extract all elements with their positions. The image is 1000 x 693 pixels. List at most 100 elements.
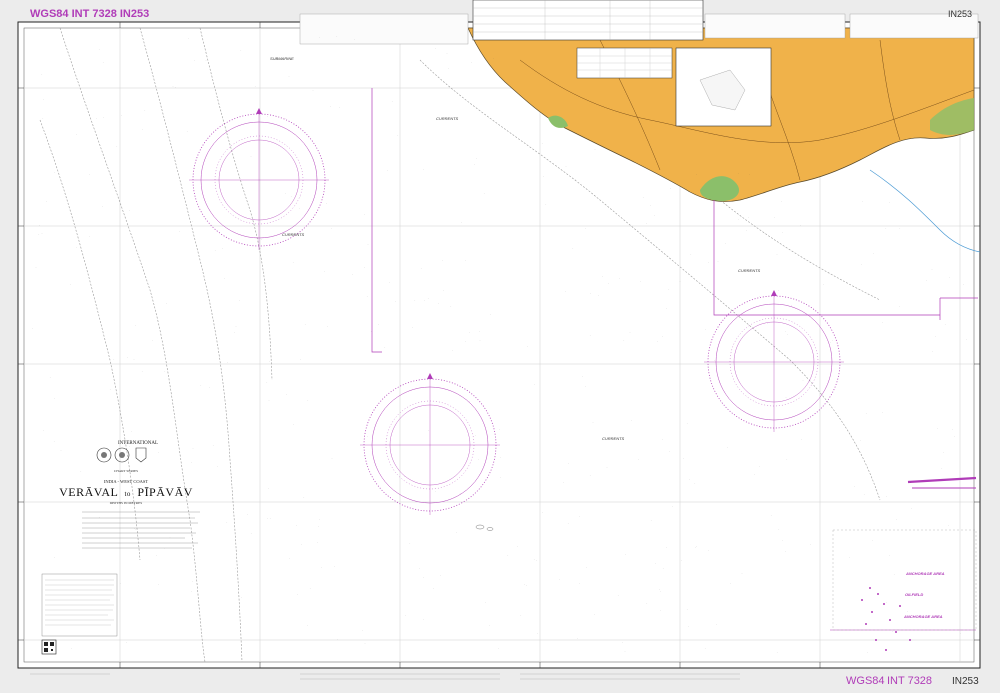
sounding-mark: ·: [386, 437, 387, 441]
chart-title-part1: VERĀVAL: [59, 485, 118, 499]
sounding-mark: ·: [267, 114, 268, 118]
sounding-mark: ·: [654, 213, 655, 217]
sounding-mark: ·: [730, 581, 731, 585]
sounding-mark: ·: [643, 195, 644, 199]
sounding-mark: ·: [526, 583, 527, 587]
sounding-mark: ·: [120, 581, 121, 585]
area-label-anchorage: ANCHORAGE AREA: [903, 614, 943, 619]
sounding-mark: ·: [759, 294, 760, 298]
sounding-mark: ·: [286, 392, 287, 396]
sounding-mark: ·: [307, 624, 308, 628]
sounding-mark: ·: [882, 320, 883, 324]
sounding-mark: ·: [303, 496, 304, 500]
area-label-submarine: SUBMARINE: [270, 56, 294, 61]
sounding-mark: ·: [785, 549, 786, 553]
sounding-mark: ·: [666, 545, 667, 549]
sounding-mark: ·: [618, 594, 619, 598]
sounding-mark: ·: [742, 572, 743, 576]
sounding-mark: ·: [687, 421, 688, 425]
sounding-mark: ·: [949, 275, 950, 279]
sounding-mark: ·: [241, 595, 242, 599]
sounding-mark: ·: [460, 492, 461, 496]
sounding-mark: ·: [387, 169, 388, 173]
sounding-mark: ·: [657, 340, 658, 344]
sounding-mark: ·: [727, 445, 728, 449]
sounding-mark: ·: [404, 474, 405, 478]
sounding-mark: ·: [585, 385, 586, 389]
chart-title-to: to: [124, 490, 130, 498]
sounding-mark: ·: [299, 206, 300, 210]
sounding-mark: ·: [395, 299, 396, 303]
sounding-mark: ·: [213, 444, 214, 448]
sounding-mark: ·: [255, 84, 256, 88]
sounding-mark: ·: [54, 171, 55, 175]
sounding-mark: ·: [524, 582, 525, 586]
sounding-mark: ·: [219, 354, 220, 358]
sounding-mark: ·: [787, 332, 788, 336]
sounding-mark: ·: [894, 572, 895, 576]
sounding-mark: ·: [419, 566, 420, 570]
sounding-mark: ·: [595, 147, 596, 151]
sounding-mark: ·: [689, 477, 690, 481]
sounding-mark: ·: [619, 276, 620, 280]
sounding-mark: ·: [572, 246, 573, 250]
sounding-mark: ·: [563, 480, 564, 484]
sounding-mark: ·: [113, 358, 114, 362]
sounding-mark: ·: [534, 382, 535, 386]
sounding-mark: ·: [696, 172, 697, 176]
chart-title-part2: PĪPĀVĀV: [137, 485, 193, 499]
sounding-mark: ·: [227, 361, 228, 365]
sounding-mark: ·: [54, 555, 55, 559]
sounding-mark: ·: [952, 427, 953, 431]
sounding-mark: ·: [640, 279, 641, 283]
sounding-mark: ·: [164, 369, 165, 373]
sounding-mark: ·: [479, 329, 480, 333]
sounding-mark: ·: [435, 489, 436, 493]
sounding-mark: ·: [690, 252, 691, 256]
sounding-mark: ·: [285, 191, 286, 195]
sounding-mark: ·: [330, 105, 331, 109]
area-label-anchorage: ANCHORAGE AREA: [905, 571, 945, 576]
sounding-mark: ·: [300, 194, 301, 198]
sounding-mark: ·: [110, 387, 111, 391]
sounding-mark: ·: [89, 172, 90, 176]
sounding-mark: ·: [268, 486, 269, 490]
sounding-mark: ·: [469, 399, 470, 403]
sounding-mark: ·: [447, 51, 448, 55]
sounding-mark: ·: [896, 518, 897, 522]
sounding-mark: ·: [565, 290, 566, 294]
sounding-mark: ·: [42, 231, 43, 235]
sounding-mark: ·: [499, 427, 500, 431]
sounding-mark: ·: [746, 229, 747, 233]
sounding-mark: ·: [332, 457, 333, 461]
sounding-mark: ·: [319, 518, 320, 522]
sounding-mark: ·: [694, 481, 695, 485]
sounding-mark: ·: [236, 324, 237, 328]
chart-series: CHART SERIES: [114, 469, 138, 473]
sounding-mark: ·: [46, 199, 47, 203]
sounding-mark: ·: [594, 193, 595, 197]
sounding-mark: ·: [759, 464, 760, 468]
sounding-mark: ·: [669, 449, 670, 453]
sounding-mark: ·: [862, 199, 863, 203]
area-label-currents: CURRENTS: [602, 436, 625, 441]
sounding-mark: ·: [96, 117, 97, 121]
area-label-oilfield: OILFIELD: [905, 592, 923, 597]
sounding-mark: ·: [872, 538, 873, 542]
sounding-mark: ·: [660, 589, 661, 593]
sounding-mark: ·: [475, 433, 476, 437]
international-label: INTERNATIONAL: [118, 441, 158, 446]
sounding-mark: ·: [318, 524, 319, 528]
sounding-mark: ·: [192, 580, 193, 584]
sounding-mark: ·: [103, 116, 104, 120]
sounding-mark: ·: [782, 230, 783, 234]
sounding-mark: ·: [886, 600, 887, 604]
sounding-mark: ·: [803, 378, 804, 382]
sounding-mark: ·: [239, 298, 240, 302]
sounding-mark: ·: [39, 223, 40, 227]
sounding-mark: ·: [832, 339, 833, 343]
sounding-mark: ·: [267, 516, 268, 520]
sounding-mark: ·: [696, 544, 697, 548]
sounding-mark: ·: [590, 334, 591, 338]
sounding-mark: ·: [777, 650, 778, 654]
